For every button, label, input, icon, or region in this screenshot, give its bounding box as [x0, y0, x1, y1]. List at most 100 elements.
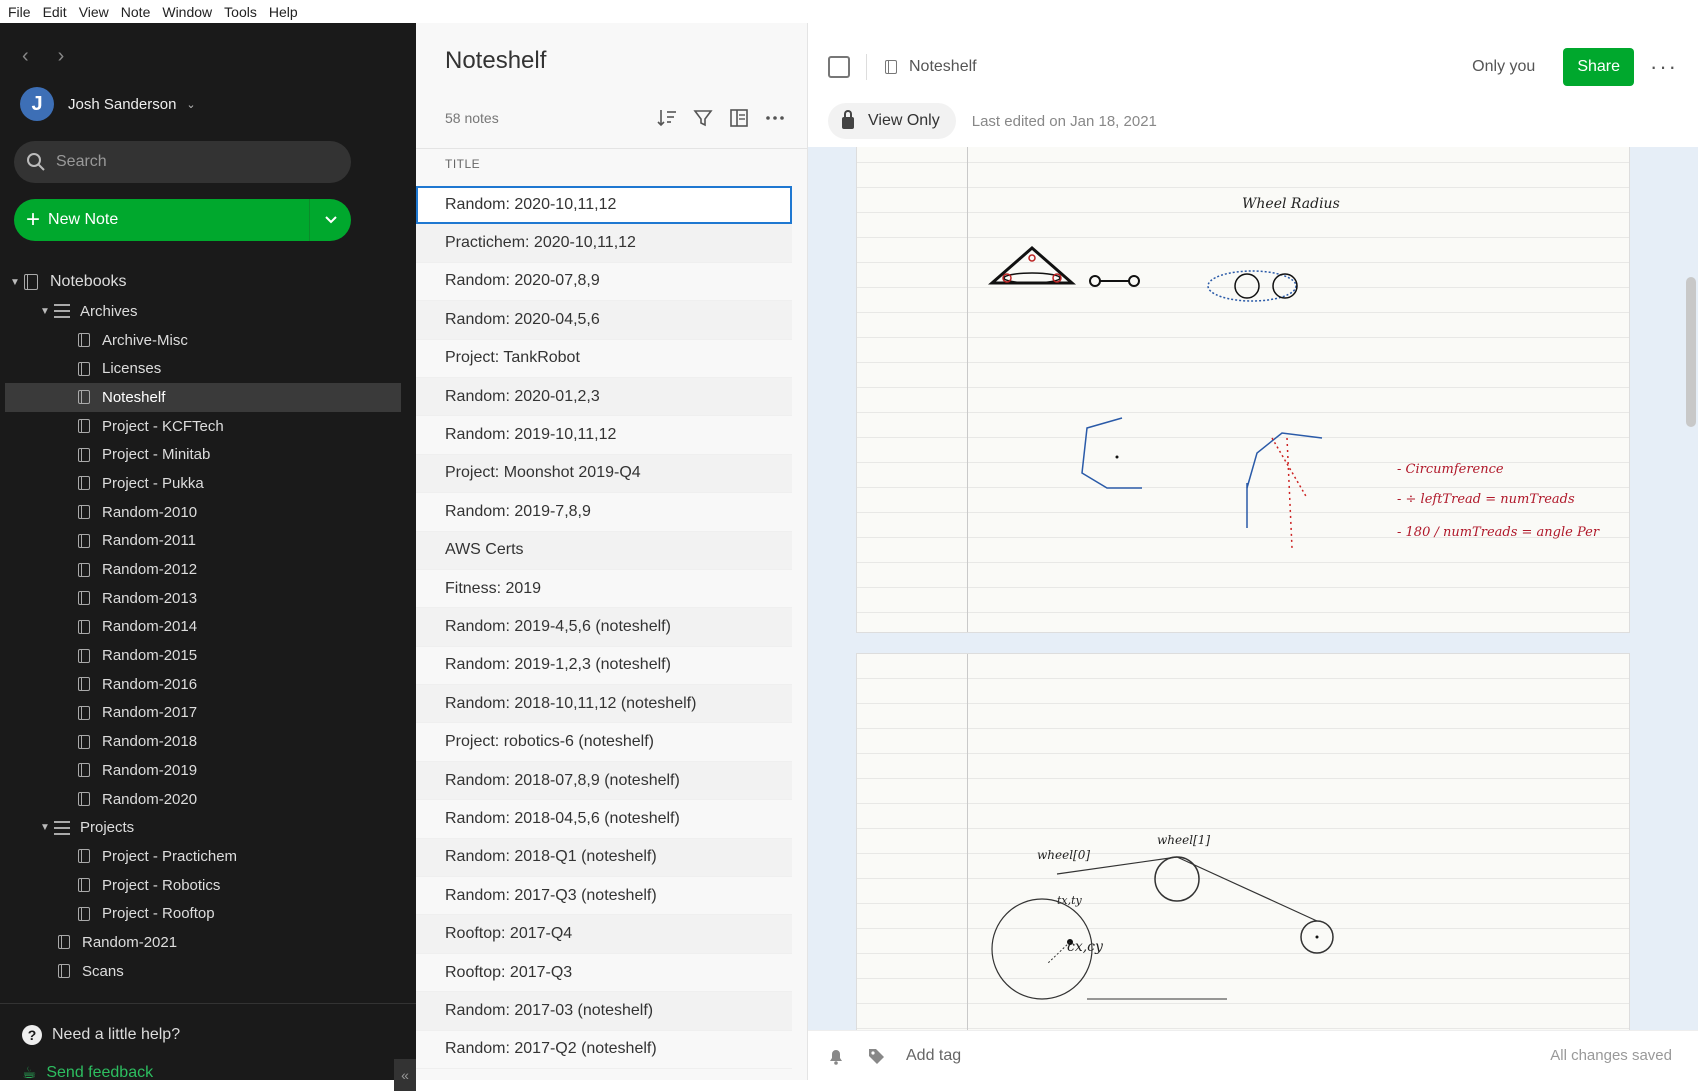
sidebar-item-project-robotics[interactable]: Project - Robotics: [0, 871, 416, 900]
sidebar-item-label: Random-2015: [102, 647, 198, 665]
note-list-item[interactable]: Random: 2019-1,2,3 (noteshelf): [416, 646, 792, 686]
notebook-icon: [885, 60, 897, 74]
note-list-item[interactable]: Project: TankRobot: [416, 339, 792, 378]
sort-icon[interactable]: [656, 107, 678, 129]
note-list-item[interactable]: Random: 2017-03 (noteshelf): [416, 992, 792, 1031]
note-notebook-link[interactable]: Noteshelf: [885, 58, 977, 76]
menu-file[interactable]: File: [4, 4, 39, 20]
menu-view[interactable]: View: [75, 4, 117, 20]
note-list-item[interactable]: Random: 2020-04,5,6: [416, 301, 792, 340]
sidebar-item-random-2019[interactable]: Random-2019: [0, 756, 416, 785]
editor-meta: View Only Last edited on Jan 18, 2021: [828, 103, 1157, 139]
sidebar-item-archives[interactable]: ▼ Archives: [0, 297, 416, 326]
forward-arrow-icon[interactable]: ›: [58, 45, 88, 68]
sidebar-item-random-2016[interactable]: Random-2016: [0, 670, 416, 699]
menu-window[interactable]: Window: [158, 4, 220, 20]
note-list-item[interactable]: Project: Moonshot 2019-Q4: [416, 454, 792, 494]
note-list-item[interactable]: Random: 2018-04,5,6 (noteshelf): [416, 800, 792, 839]
sidebar-item-scans[interactable]: Scans: [0, 957, 416, 986]
note-list-item[interactable]: Random: 2019-10,11,12: [416, 416, 792, 455]
caret-down-icon[interactable]: ▼: [40, 306, 54, 317]
note-list-item[interactable]: Random: 2020-01,2,3: [416, 377, 792, 417]
note-list-item[interactable]: AWS Certs: [416, 531, 792, 570]
sidebar-item-noteshelf[interactable]: Noteshelf: [5, 383, 401, 412]
sidebar-item-random-2018[interactable]: Random-2018: [0, 727, 416, 756]
note-list-item[interactable]: Random: 2020-10,11,12: [416, 186, 792, 225]
new-note-dropdown[interactable]: [309, 199, 351, 241]
collapse-sidebar-button[interactable]: «: [394, 1059, 416, 1091]
add-tag-input[interactable]: Add tag: [906, 1047, 961, 1065]
notebook-icon: [78, 763, 90, 778]
note-list-item[interactable]: Random: 2018-07,8,9 (noteshelf): [416, 761, 792, 801]
note-list-item[interactable]: Random: 2018-10,11,12 (noteshelf): [416, 685, 792, 724]
sidebar-item-random-2021[interactable]: Random-2021: [0, 928, 416, 957]
new-note-label: New Note: [48, 211, 119, 228]
note-list-item[interactable]: Random: 2019-4,5,6 (noteshelf): [416, 608, 792, 647]
sidebar-item-random-2015[interactable]: Random-2015: [0, 641, 416, 670]
scrollbar[interactable]: [1686, 277, 1696, 427]
sidebar-item-licenses[interactable]: Licenses: [0, 354, 416, 383]
share-button[interactable]: Share: [1563, 48, 1635, 86]
note-list-item[interactable]: Random: 2019-7,8,9: [416, 493, 792, 532]
reminder-bell-icon[interactable]: [826, 1046, 846, 1066]
help-section: ? Need a little help? ☕ Send feedback: [0, 1003, 416, 1092]
view-options-icon[interactable]: [728, 107, 750, 129]
more-options-icon[interactable]: [764, 107, 786, 129]
note-content: Wheel Radius - Circumference - ÷ leftTre…: [808, 147, 1698, 1031]
sharing-status[interactable]: Only you: [1472, 58, 1535, 76]
caret-down-icon[interactable]: ▼: [10, 277, 24, 288]
sidebar-item-project-kcftech[interactable]: Project - KCFTech: [0, 412, 416, 441]
new-note-button[interactable]: + New Note: [14, 199, 351, 241]
search-input[interactable]: Search: [14, 141, 351, 183]
notebook-tree: ▼ Notebooks ▼ Archives Archive-Misc License…: [0, 267, 416, 986]
note-notebook-name: Noteshelf: [909, 58, 977, 75]
back-arrow-icon[interactable]: ‹: [22, 45, 52, 68]
sketch-title: Wheel Radius: [1242, 196, 1340, 212]
sidebar-item-projects[interactable]: ▼ Projects: [0, 813, 416, 842]
feedback-icon: ☕: [22, 1065, 37, 1082]
sketch-note-3: - 180 / numTreads = angle Per: [1397, 525, 1600, 540]
more-icon[interactable]: ···: [1650, 54, 1678, 80]
sidebar-item-random-2011[interactable]: Random-2011: [0, 527, 416, 556]
expand-icon[interactable]: [828, 56, 850, 78]
menu-note[interactable]: Note: [117, 4, 159, 20]
note-list-item[interactable]: Random: 2017-Q3 (noteshelf): [416, 877, 792, 916]
menu-tools[interactable]: Tools: [220, 4, 265, 20]
note-list-item[interactable]: Rooftop: 2017-Q4: [416, 915, 792, 954]
user-menu[interactable]: J Josh Sanderson ⌄: [20, 87, 196, 121]
notebooks-icon: [24, 274, 38, 290]
sidebar-item-random-2013[interactable]: Random-2013: [0, 584, 416, 613]
sidebar-item-label: Random-2012: [102, 561, 198, 579]
sidebar-item-random-2014[interactable]: Random-2014: [0, 613, 416, 642]
sketch-wheel0: wheel[0]: [1037, 848, 1090, 862]
view-only-badge[interactable]: View Only: [828, 103, 956, 139]
feedback-link[interactable]: ☕ Send feedback: [0, 1054, 416, 1092]
sidebar-item-random-2017[interactable]: Random-2017: [0, 699, 416, 728]
sidebar-item-project-practichem[interactable]: Project - Practichem: [0, 842, 416, 871]
caret-down-icon[interactable]: ▼: [40, 822, 54, 833]
help-link[interactable]: ? Need a little help?: [0, 1016, 416, 1054]
note-list-item[interactable]: Project: robotics-6 (noteshelf): [416, 723, 792, 762]
note-list-item[interactable]: Random: 2020-07,8,9: [416, 262, 792, 302]
sidebar-item-random-2020[interactable]: Random-2020: [0, 785, 416, 814]
note-list-item[interactable]: Rooftop: 2017-Q3: [416, 953, 792, 993]
column-header-title[interactable]: TITLE: [416, 148, 808, 178]
sidebar-item-project-rooftop[interactable]: Project - Rooftop: [0, 899, 416, 928]
filter-icon[interactable]: [692, 107, 714, 129]
sidebar-item-random-2010[interactable]: Random-2010: [0, 498, 416, 527]
note-list-item[interactable]: Random: 2018-Q1 (noteshelf): [416, 838, 792, 878]
editor-header: Noteshelf Only you Share ···: [828, 47, 1678, 87]
sidebar-item-project-pukka[interactable]: Project - Pukka: [0, 469, 416, 498]
menu-help[interactable]: Help: [265, 4, 306, 20]
sidebar-item-random-2012[interactable]: Random-2012: [0, 555, 416, 584]
note-list-title: Noteshelf: [445, 47, 547, 74]
note-list-item[interactable]: Fitness: 2019: [416, 569, 792, 609]
sidebar-item-project-minitab[interactable]: Project - Minitab: [0, 440, 416, 469]
sidebar-item-label: Project - Rooftop: [102, 905, 215, 923]
note-list-item[interactable]: Random: 2017-Q2 (noteshelf): [416, 1030, 792, 1069]
sidebar-item-archive-misc[interactable]: Archive-Misc: [0, 326, 416, 355]
notebooks-header[interactable]: ▼ Notebooks: [0, 267, 416, 297]
note-list-item[interactable]: Practichem: 2020-10,11,12: [416, 224, 792, 263]
menu-edit[interactable]: Edit: [39, 4, 75, 20]
tag-icon[interactable]: [866, 1046, 886, 1066]
